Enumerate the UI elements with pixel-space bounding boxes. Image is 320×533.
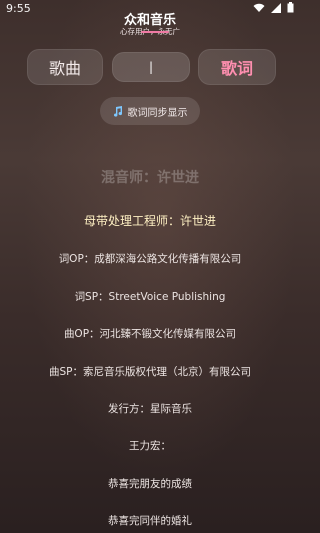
- lyric-line: 词SP：StreetVoice Publishing: [74, 291, 226, 303]
- lyric-line: 混音师：许世进: [101, 170, 199, 186]
- music-note-icon: [113, 105, 122, 117]
- center-toggle-button[interactable]: |: [112, 52, 190, 82]
- lyric-line: 恭喜完同伴的婚礼: [108, 515, 192, 527]
- lyric-line: 曲SP：索尼音乐版权代理（北京）有限公司: [49, 366, 251, 378]
- lyric-line: 王力宏：: [129, 440, 171, 452]
- lyric-line-current: 母带处理工程师：许世进: [83, 214, 216, 228]
- songs-tab-button[interactable]: 歌曲: [27, 49, 103, 85]
- lyric-line: 词OP：成都深海公路文化传播有限公司: [58, 253, 242, 265]
- lyrics-sync-button[interactable]: 歌词同步显示: [100, 97, 200, 125]
- lyrics-sync-label: 歌词同步显示: [127, 107, 188, 119]
- lyric-line: 恭喜完朋友的成绩: [108, 478, 192, 490]
- title-accent-underline: [141, 31, 169, 33]
- lyrics-tab-button[interactable]: 歌词: [198, 49, 276, 85]
- lyric-line: 发行方：星际音乐: [108, 403, 192, 415]
- lyric-line: 曲OP：河北臻不锻文化传媒有限公司: [63, 328, 237, 340]
